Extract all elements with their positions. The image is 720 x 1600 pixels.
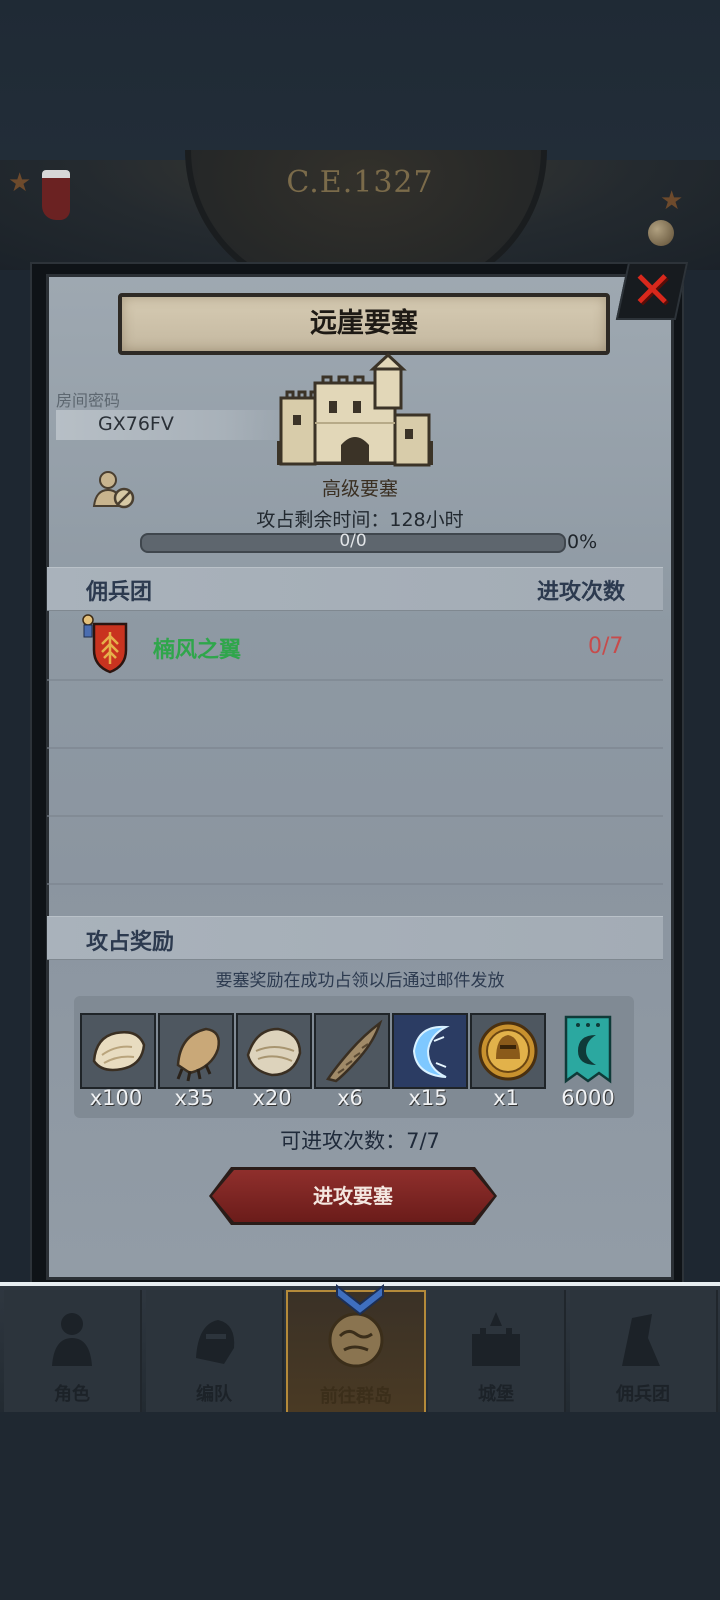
stocking-ornament-icon — [42, 170, 70, 220]
reward-item[interactable] — [80, 1013, 156, 1089]
reward-quantity: 6000 — [561, 1086, 615, 1110]
reward-quantity: x15 — [408, 1086, 448, 1110]
nav-item-squad[interactable]: 编队 — [146, 1290, 284, 1412]
reward-item[interactable] — [392, 1013, 468, 1089]
guild-emblem-icon[interactable] — [80, 612, 130, 674]
beast-claw-icon — [176, 1027, 220, 1082]
chevron-down-icon — [336, 1283, 384, 1316]
guild-banner-icon — [564, 1015, 612, 1084]
row-divider — [47, 679, 663, 681]
top-background — [0, 0, 720, 160]
bauble-ornament-icon — [648, 220, 674, 246]
crescent-crystal-icon — [394, 1015, 466, 1087]
squad-icon — [196, 1320, 235, 1364]
reward-quantity: x6 — [337, 1086, 363, 1110]
reward-quantity: x1 — [493, 1086, 519, 1110]
attack-button-label: 进攻要塞 — [313, 1184, 393, 1208]
room-code-value[interactable]: GX76FV — [98, 413, 174, 435]
dialog-title: 远崖要塞 — [310, 308, 418, 339]
reward-quantity: x100 — [89, 1086, 143, 1110]
knight-medal-icon — [478, 1021, 538, 1081]
star-ornament-icon: ★ — [660, 186, 684, 216]
row-divider — [47, 883, 663, 885]
nav-label: 编队 — [196, 1384, 232, 1405]
guild-attack-count: 0/7 — [588, 634, 624, 659]
progress-text: 0/0 — [339, 531, 367, 551]
nav-label: 佣兵团 — [616, 1384, 670, 1405]
character-icon — [52, 1313, 92, 1366]
reward-item[interactable] — [158, 1013, 234, 1089]
nav-item-mercenary[interactable]: 佣兵团 — [570, 1290, 718, 1412]
nav-label: 角色 — [54, 1384, 90, 1405]
hide-icon — [246, 1027, 302, 1077]
guild-name[interactable]: 楠风之翼 — [153, 632, 241, 664]
nav-label: 前往群岛 — [320, 1386, 392, 1407]
room-code-label: 房间密码 — [56, 391, 121, 410]
nav-label: 城堡 — [478, 1384, 514, 1405]
reward-item[interactable] — [236, 1013, 312, 1089]
nav-item-castle[interactable]: 城堡 — [428, 1290, 566, 1412]
mercenary-header: 佣兵团 — [86, 580, 153, 605]
star-ornament-icon: ★ — [8, 168, 32, 198]
mercenary-icon — [622, 1314, 660, 1366]
attack-count-header: 进攻次数 — [537, 580, 626, 605]
fur-pelt-icon — [92, 1031, 146, 1072]
bottom-background — [0, 1412, 720, 1600]
progress-percent: 0% — [567, 531, 598, 553]
capture-progress-bar: 0/0 — [140, 531, 566, 553]
reward-header: 攻占奖励 — [86, 930, 175, 955]
time-remaining: 攻占剩余时间：128小时 — [256, 509, 464, 531]
reward-item[interactable] — [470, 1013, 546, 1089]
room-code-bar — [56, 410, 296, 440]
row-divider — [47, 815, 663, 817]
fortress-castle-icon — [277, 353, 433, 467]
attacks-remaining: 可进攻次数：7/7 — [280, 1129, 440, 1153]
reward-note: 要塞奖励在成功占领以后通过邮件发放 — [215, 971, 505, 991]
castle-icon — [472, 1312, 520, 1366]
nav-item-character[interactable]: 角色 — [4, 1290, 142, 1412]
reward-item[interactable] — [552, 1013, 624, 1085]
reward-quantity: x35 — [174, 1086, 214, 1110]
close-icon: ✕ — [631, 261, 674, 319]
close-button[interactable]: ✕ — [615, 261, 689, 320]
era-label: C.E.1327 — [286, 165, 434, 200]
row-divider — [47, 747, 663, 749]
fortress-type: 高级要塞 — [321, 478, 398, 500]
reward-item[interactable] — [314, 1013, 390, 1089]
reward-quantity: x20 — [252, 1086, 292, 1110]
title-banner: 远崖要塞 — [118, 293, 610, 355]
horn-icon — [325, 1019, 383, 1083]
